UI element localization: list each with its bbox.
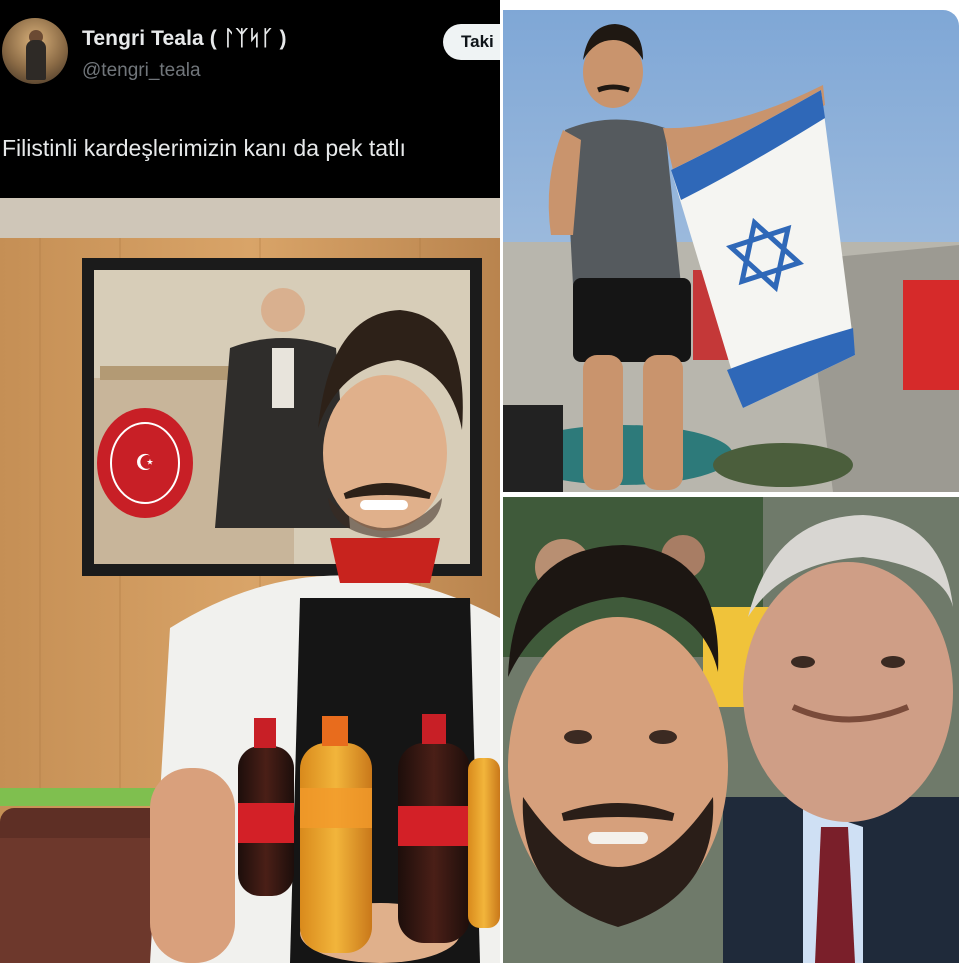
- photo-cook-with-sodas: ☪: [0, 198, 500, 963]
- tweet-card: Tengri Teala ( ᛚᛉᛋᚴ ) @tengri_teala Taki…: [0, 0, 500, 198]
- avatar-body-shape: [26, 40, 46, 80]
- photo-flag-illustration: [503, 10, 959, 492]
- photo-selfie-two-men: [503, 497, 959, 963]
- panel-divider-vertical: [500, 0, 503, 963]
- svg-text:☪: ☪: [135, 451, 155, 476]
- panel-divider-horizontal: [503, 492, 959, 497]
- display-name[interactable]: Tengri Teala ( ᛚᛉᛋᚴ ): [82, 27, 287, 51]
- follow-button[interactable]: Taki: [443, 24, 500, 60]
- image-collage: Tengri Teala ( ᛚᛉᛋᚴ ) @tengri_teala Taki…: [0, 0, 959, 963]
- photo-man-with-flag: [503, 10, 959, 492]
- avatar[interactable]: [2, 18, 68, 84]
- tweet-text: Filistinli kardeşlerimizin kanı da pek t…: [2, 135, 406, 161]
- photo-selfie-illustration: [503, 497, 959, 963]
- user-handle[interactable]: @tengri_teala: [82, 60, 201, 82]
- photo-cook-illustration: ☪: [0, 198, 500, 963]
